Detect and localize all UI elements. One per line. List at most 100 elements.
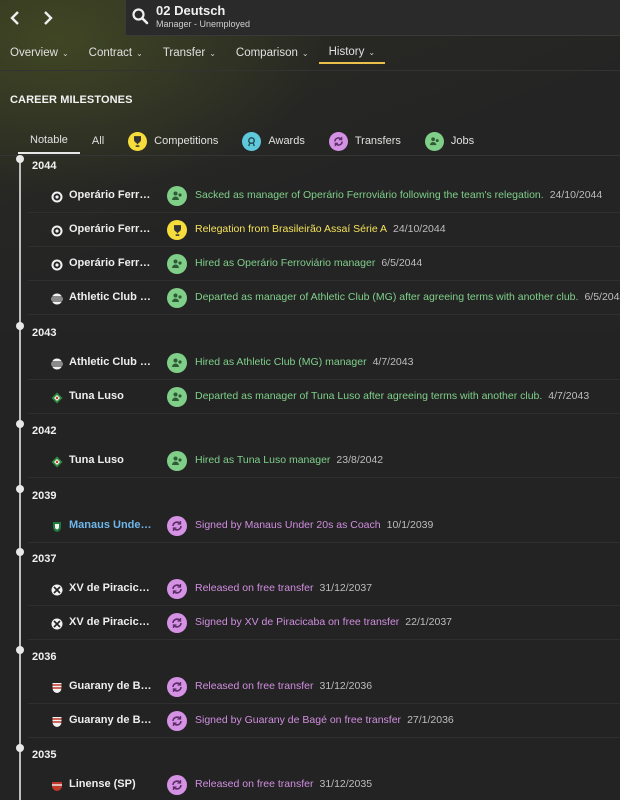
year-heading: 2044: [32, 160, 57, 172]
milestone-description: Hired as Athletic Club (MG) manager 4/7/2…: [195, 356, 413, 368]
club-badge-icon: [51, 715, 63, 727]
milestone-description: Signed by XV de Piracicaba on free trans…: [195, 616, 452, 628]
tab-contract[interactable]: Contract ⌄: [79, 42, 153, 64]
club-name-link[interactable]: Operário Ferroviário: [69, 223, 153, 235]
filter-label: Transfers: [354, 135, 401, 147]
filter-all[interactable]: All: [80, 128, 116, 154]
cycle-icon: [167, 775, 187, 795]
milestone-row[interactable]: Athletic Club (MG) Departed as manager of…: [28, 281, 620, 315]
filter-awards[interactable]: Awards: [230, 128, 316, 154]
club-badge-icon: [51, 520, 63, 532]
tab-overview[interactable]: Overview ⌄: [0, 42, 79, 64]
club-name-link[interactable]: Guarany de Bagé: [69, 680, 153, 692]
club-name-link[interactable]: Linense (SP): [69, 778, 136, 790]
milestone-row[interactable]: Tuna Luso Departed as manager of Tuna Lus…: [28, 380, 620, 414]
manager-icon: [167, 451, 187, 471]
tab-label: Transfer: [162, 47, 206, 59]
milestone-date: 6/5/2044: [584, 291, 620, 303]
club-badge-icon: [51, 779, 63, 791]
milestone-date: 31/12/2036: [319, 680, 373, 692]
filter-label: All: [91, 135, 105, 147]
milestone-row[interactable]: XV de Piracicaba Released on free transfe…: [28, 572, 620, 606]
filter-label: Jobs: [450, 135, 475, 147]
chevron-right-icon: [44, 11, 53, 25]
year-heading: 2042: [32, 425, 57, 437]
club-name-link[interactable]: Athletic Club (MG): [69, 356, 153, 368]
club-badge-icon: [51, 258, 63, 271]
club-name-link[interactable]: Manaus Under 20s: [69, 519, 153, 531]
milestone-event: Sacked as manager of Operário Ferroviári…: [195, 189, 544, 201]
filter-label: Awards: [268, 135, 305, 147]
search-icon[interactable]: [131, 7, 149, 25]
milestone-row[interactable]: XV de Piracicaba Signed by XV de Piracica…: [28, 606, 620, 640]
manager-icon: [167, 186, 187, 206]
milestone-event: Signed by Guarany de Bagé on free transf…: [195, 714, 402, 726]
divider: [0, 70, 620, 71]
milestone-row[interactable]: Operário Ferroviário Hired as Operário Fe…: [28, 247, 620, 281]
milestone-row[interactable]: Tuna Luso Hired as Tuna Luso manager 23/8/…: [28, 444, 620, 478]
milestone-description: Relegation from Brasileirão Assaí Série …: [195, 223, 446, 235]
milestone-date: 6/5/2044: [381, 257, 423, 269]
top-bar-divider: [64, 0, 126, 36]
club-name-link[interactable]: Tuna Luso: [69, 454, 124, 466]
milestone-date: 24/10/2044: [393, 223, 446, 235]
manager-icon: [167, 288, 187, 308]
manager-icon: [167, 387, 187, 407]
year-marker-dot: [16, 420, 24, 428]
filter-transfers[interactable]: Transfers: [317, 128, 413, 154]
filter-notable[interactable]: Notable: [18, 128, 80, 154]
milestone-event: Hired as Tuna Luso manager: [195, 454, 331, 466]
club-name-link[interactable]: Tuna Luso: [69, 390, 124, 402]
chevron-down-icon: ⌄: [301, 48, 309, 58]
filter-label: Competitions: [154, 135, 219, 147]
tab-comparison[interactable]: Comparison ⌄: [226, 42, 319, 64]
club-name-link[interactable]: Athletic Club (MG): [69, 291, 153, 303]
club-name-link[interactable]: Operário Ferroviário: [69, 189, 153, 201]
cycle-icon: [167, 579, 187, 599]
milestone-row[interactable]: Manaus Under 20s Signed by Manaus Under 2…: [28, 509, 620, 543]
filter-competitions[interactable]: Competitions: [116, 128, 230, 154]
filter-jobs[interactable]: Jobs: [413, 128, 486, 154]
club-badge-icon: [51, 617, 63, 630]
milestone-row[interactable]: Linense (SP) Released on free transfer 31/…: [28, 768, 620, 800]
club-name-link[interactable]: Guarany de Bagé: [69, 714, 153, 726]
milestone-row[interactable]: Athletic Club (MG) Hired as Athletic Club…: [28, 346, 620, 380]
cycle-icon: [167, 711, 187, 731]
milestone-row[interactable]: Operário Ferroviário Sacked as manager of…: [28, 179, 620, 213]
milestone-event: Released on free transfer: [195, 582, 314, 594]
manager-name: 02 Deutsch: [156, 3, 226, 18]
manager-icon: [424, 131, 444, 151]
chevron-down-icon: ⌄: [61, 48, 69, 58]
forward-button[interactable]: [33, 0, 63, 36]
year-marker-dot: [16, 485, 24, 493]
milestone-row[interactable]: Guarany de Bagé Signed by Guarany de Bagé…: [28, 704, 620, 738]
club-name-link[interactable]: Operário Ferroviário: [69, 257, 153, 269]
year-heading: 2037: [32, 553, 57, 565]
divider: [0, 155, 620, 156]
year-heading: 2036: [32, 651, 57, 663]
milestone-description: Sacked as manager of Operário Ferroviári…: [195, 189, 602, 201]
milestone-description: Released on free transfer 31/12/2037: [195, 582, 372, 594]
milestone-date: 31/12/2035: [319, 778, 373, 790]
tab-label: Comparison: [235, 47, 298, 59]
milestone-row[interactable]: Guarany de Bagé Released on free transfer…: [28, 670, 620, 704]
milestone-description: Departed as manager of Tuna Luso after a…: [195, 390, 589, 402]
award-icon: [242, 131, 262, 151]
tab-history[interactable]: History ⌄: [318, 42, 386, 64]
milestone-description: Released on free transfer 31/12/2035: [195, 778, 372, 790]
back-button[interactable]: [0, 0, 30, 36]
cycle-icon: [167, 677, 187, 697]
club-badge-icon: [51, 190, 63, 203]
tab-transfer[interactable]: Transfer ⌄: [153, 42, 226, 64]
trophy-icon: [167, 220, 187, 240]
milestone-row[interactable]: Operário Ferroviário Relegation from Bras…: [28, 213, 620, 247]
club-name-link[interactable]: XV de Piracicaba: [69, 616, 153, 628]
club-badge-icon: [51, 681, 63, 693]
year-marker-dot: [16, 548, 24, 556]
year-marker-dot: [16, 155, 24, 163]
cycle-icon: [167, 613, 187, 633]
club-name-link[interactable]: XV de Piracicaba: [69, 582, 153, 594]
milestone-event: Released on free transfer: [195, 680, 314, 692]
trophy-icon: [128, 131, 148, 151]
year-heading: 2043: [32, 327, 57, 339]
